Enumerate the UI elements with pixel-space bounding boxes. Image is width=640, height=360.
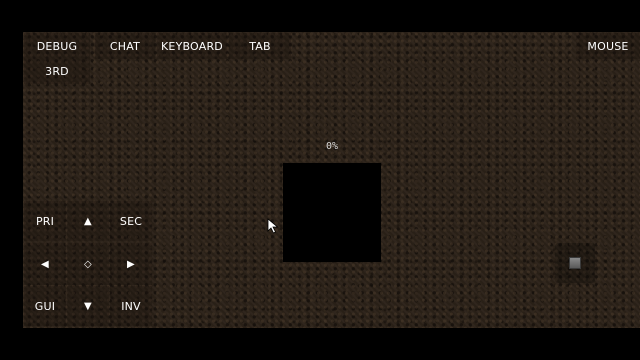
primary-button[interactable]: PRI <box>24 201 66 241</box>
right-arrow-icon[interactable]: ▶ <box>110 243 152 285</box>
chat-button[interactable]: CHAT <box>95 33 155 59</box>
mouse-button[interactable]: MOUSE <box>576 33 640 59</box>
tab-button[interactable]: TAB <box>229 33 291 59</box>
debug-button[interactable]: DEBUG <box>24 33 90 59</box>
keyboard-button[interactable]: KEYBOARD <box>157 33 227 59</box>
left-arrow-icon[interactable]: ◀ <box>24 243 66 285</box>
secondary-button[interactable]: SEC <box>110 201 152 241</box>
down-arrow-icon[interactable]: ▼ <box>67 286 109 326</box>
loading-box <box>283 163 381 262</box>
center-diamond-icon[interactable]: ◇ <box>67 243 109 285</box>
third-person-button[interactable]: 3RD <box>24 59 90 84</box>
inventory-button[interactable]: INV <box>110 286 152 326</box>
hotbar-item-icon <box>569 257 581 269</box>
loading-percent: 0% <box>325 141 339 152</box>
up-arrow-icon[interactable]: ▲ <box>67 201 109 241</box>
gui-button[interactable]: GUI <box>24 286 66 326</box>
hotbar-slot[interactable] <box>555 243 595 283</box>
mouse-pointer-icon <box>267 218 279 234</box>
